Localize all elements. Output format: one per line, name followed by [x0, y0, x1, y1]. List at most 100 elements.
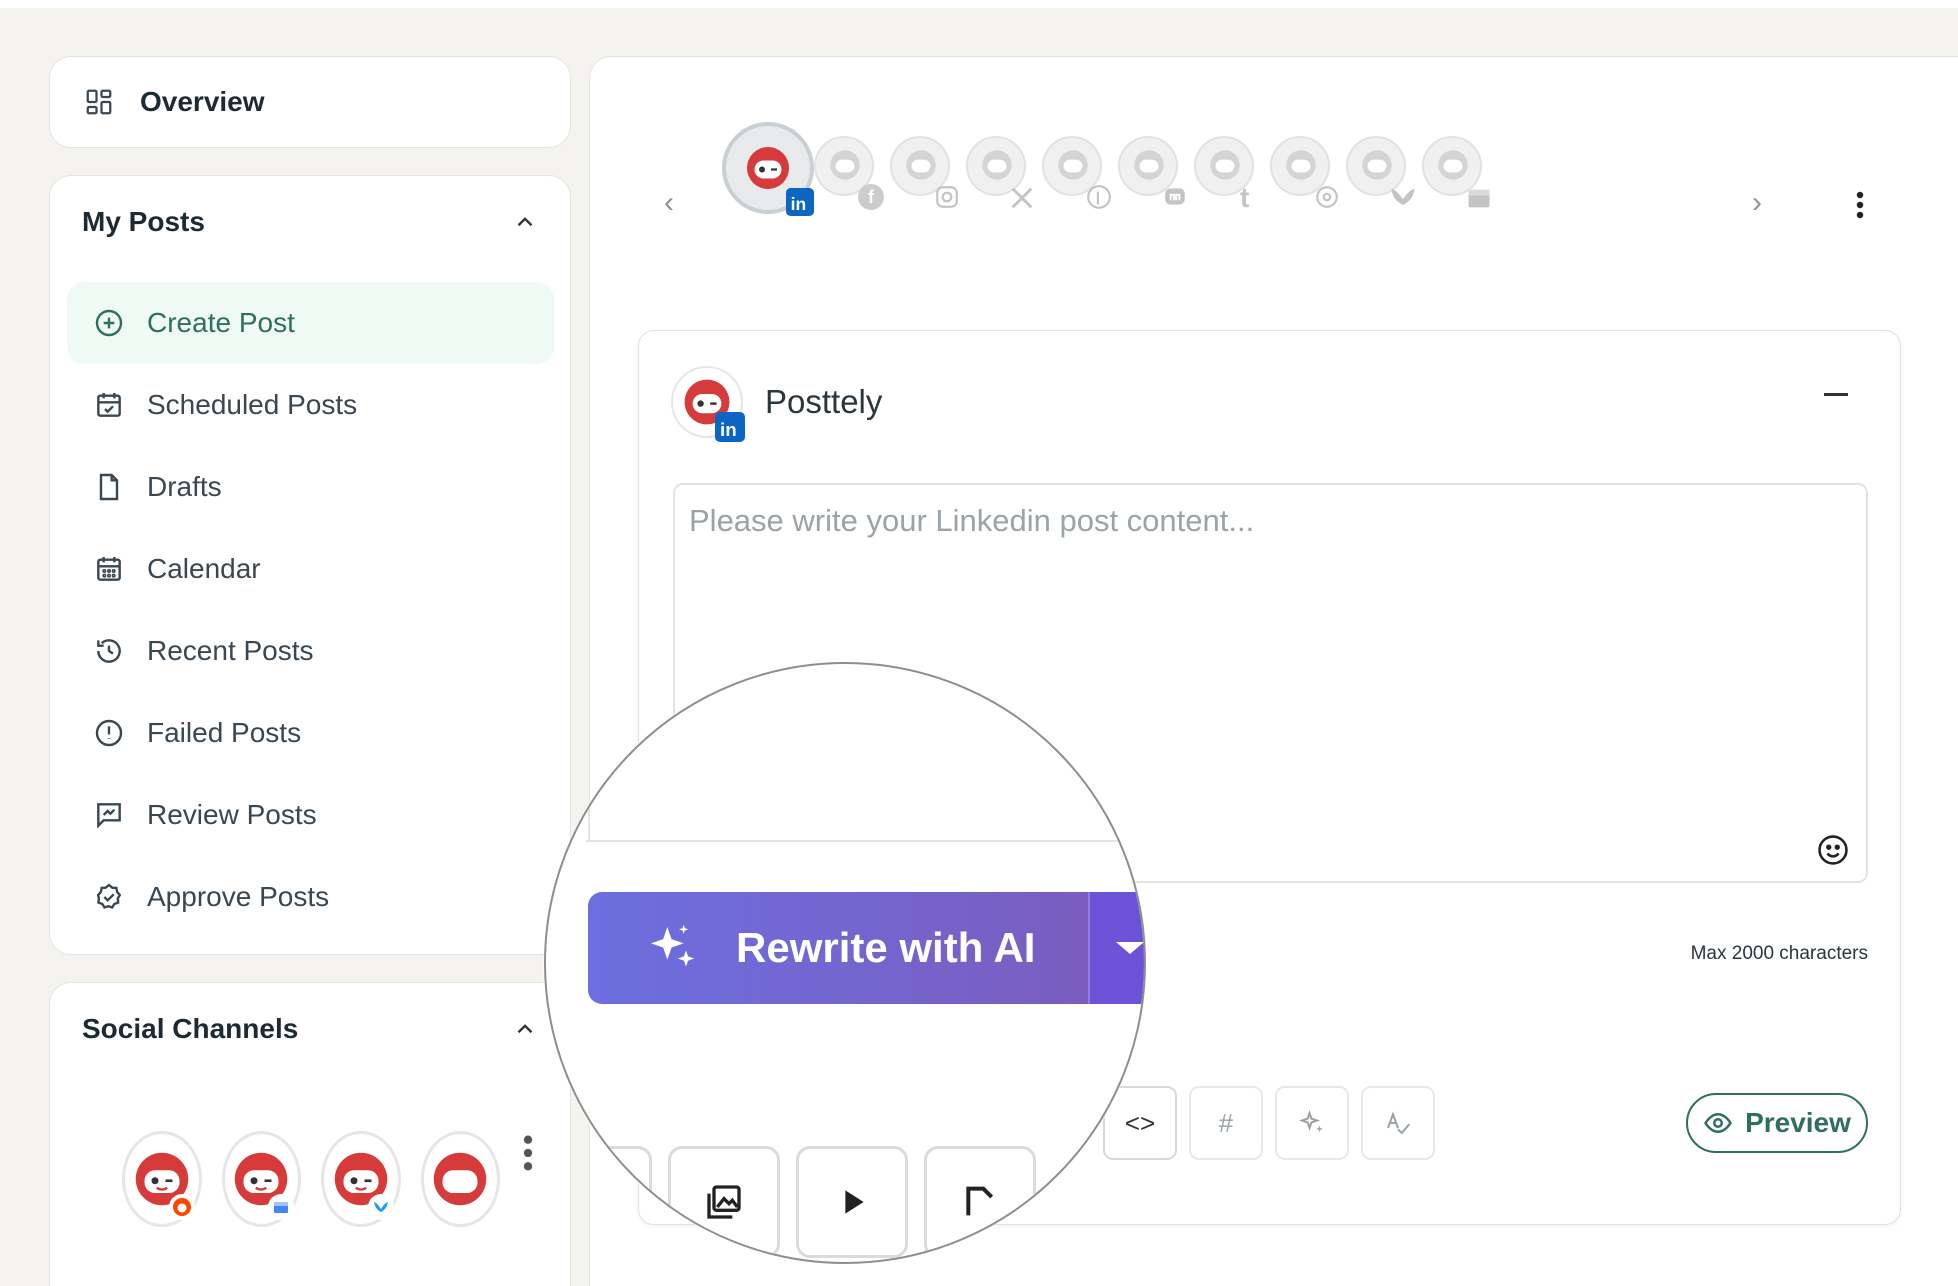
bluesky-icon [367, 1194, 394, 1220]
channel-prev-arrow[interactable]: ‹ [664, 186, 674, 220]
social-channels-section: Social Channels [49, 982, 571, 1286]
sidebar-item-scheduled-posts[interactable]: Scheduled Posts [67, 364, 554, 446]
tumblr-icon: t [1240, 182, 1250, 213]
my-posts-header[interactable]: My Posts [82, 206, 538, 238]
badge-check-icon [96, 883, 122, 909]
sidebar-item-label: Approve Posts [147, 881, 330, 912]
linkedin-icon: in [715, 412, 745, 442]
overview-link[interactable]: Overview [49, 56, 571, 148]
preview-label: Preview [1745, 1107, 1851, 1138]
channel-instagram[interactable] [890, 136, 958, 208]
review-icon [97, 803, 121, 829]
robot-logo-icon [1438, 150, 1468, 180]
channel-selector: in f t [722, 122, 1512, 232]
sidebar-item-calendar[interactable]: Calendar [67, 528, 554, 610]
instagram-icon [936, 186, 958, 208]
alert-circle-icon [95, 719, 123, 747]
spellcheck-icon [1387, 1111, 1411, 1135]
sidebar-item-label: Scheduled Posts [147, 389, 358, 420]
media-button[interactable] [566, 1146, 652, 1258]
document-icon [99, 473, 119, 501]
calendar-check-icon [97, 393, 121, 417]
channel-tumblr[interactable]: t [1194, 136, 1254, 213]
history-icon [97, 639, 121, 663]
my-posts-menu: Create Post Scheduled Posts Drafts Calen… [67, 282, 554, 938]
channel-avatar[interactable] [420, 1131, 500, 1227]
ai-options-dropdown[interactable] [1088, 892, 1144, 1004]
chevron-up-icon[interactable] [512, 209, 538, 235]
file-icon [594, 1186, 607, 1216]
robot-logo-icon [906, 150, 936, 180]
channel-avatar[interactable] [321, 1131, 401, 1227]
max-characters-label: Max 2000 characters [1690, 943, 1868, 964]
editor-placeholder: Please write your Linkedin post content.… [689, 503, 1255, 538]
sidebar-item-label: Recent Posts [147, 635, 314, 666]
sidebar-item-label: Create Post [147, 307, 295, 338]
sidebar-item-review-posts[interactable]: Review Posts [67, 774, 554, 856]
magnified-editor-edge [588, 664, 590, 842]
eye-icon [1704, 1112, 1733, 1134]
channel-next-arrow[interactable]: › [1752, 186, 1762, 220]
robot-logo-icon [1058, 150, 1088, 180]
robot-logo-icon [830, 150, 860, 180]
sidebar-item-label: Review Posts [147, 799, 317, 830]
channel-x[interactable] [966, 136, 1033, 209]
channel-linkedin[interactable]: in [722, 122, 814, 216]
account-avatar: in [671, 366, 745, 442]
account-name: Posttely [765, 383, 883, 420]
channel-pinterest[interactable] [1042, 136, 1111, 209]
code-icon: <> [1124, 1107, 1156, 1138]
channel-mastodon[interactable] [1118, 136, 1185, 205]
overview-label: Overview [140, 86, 265, 117]
emoji-icon[interactable] [1816, 833, 1850, 867]
account-header: in Posttely [671, 366, 883, 442]
robot-logo-icon [1362, 150, 1392, 180]
video-button[interactable] [796, 1146, 908, 1258]
format-toolbar: <> # [1103, 1086, 1435, 1160]
rewrite-with-ai-button[interactable]: Rewrite with AI [588, 892, 1088, 1004]
hashtag-button[interactable]: # [1189, 1086, 1263, 1160]
linkedin-icon: in [786, 188, 814, 216]
magnifier-overlay: Rewrite with AI [544, 662, 1146, 1264]
document-icon [966, 1186, 994, 1216]
gallery-button[interactable] [668, 1146, 780, 1258]
bluesky-icon [1391, 188, 1415, 205]
top-bar [0, 0, 1958, 8]
more-vertical-icon[interactable] [1854, 190, 1866, 220]
caret-down-icon [1116, 942, 1144, 954]
sidebar-item-label: Failed Posts [147, 717, 302, 748]
sparkle-icon [651, 924, 695, 967]
more-vertical-icon[interactable] [520, 1133, 536, 1173]
chevron-up-icon[interactable] [512, 1016, 538, 1042]
channel-threads[interactable] [1270, 136, 1338, 208]
collapse-button[interactable] [1824, 393, 1848, 396]
robot-logo-icon [1286, 150, 1316, 180]
channel-google-business[interactable] [1422, 136, 1490, 208]
robot-logo-icon [982, 150, 1012, 180]
play-icon [845, 1190, 864, 1214]
dashboard-icon [86, 89, 112, 115]
preview-button[interactable]: Preview [1686, 1093, 1868, 1153]
sidebar-item-create-post[interactable]: Create Post [67, 282, 554, 364]
plus-circle-icon [95, 309, 123, 337]
sidebar-item-failed-posts[interactable]: Failed Posts [67, 692, 554, 774]
channel-avatar[interactable] [221, 1131, 301, 1227]
hashtag-icon: # [1218, 1107, 1234, 1138]
channel-facebook[interactable]: f [814, 136, 884, 210]
my-posts-title: My Posts [82, 206, 205, 237]
gallery-icon [707, 1185, 741, 1219]
sidebar-item-drafts[interactable]: Drafts [67, 446, 554, 528]
sidebar-item-recent-posts[interactable]: Recent Posts [67, 610, 554, 692]
reddit-icon [168, 1194, 195, 1220]
sidebar-item-approve-posts[interactable]: Approve Posts [67, 856, 554, 938]
facebook-icon: f [858, 184, 884, 210]
calendar-icon [97, 557, 121, 581]
spellcheck-button[interactable] [1361, 1086, 1435, 1160]
channel-avatar[interactable] [122, 1131, 202, 1227]
document-button[interactable] [924, 1146, 1036, 1258]
sparkle-icon [1298, 1109, 1323, 1133]
channel-bluesky[interactable] [1346, 136, 1415, 205]
ai-sparkle-button[interactable] [1275, 1086, 1349, 1160]
social-channels-header[interactable]: Social Channels [82, 1013, 538, 1045]
robot-logo-icon [1210, 150, 1240, 180]
